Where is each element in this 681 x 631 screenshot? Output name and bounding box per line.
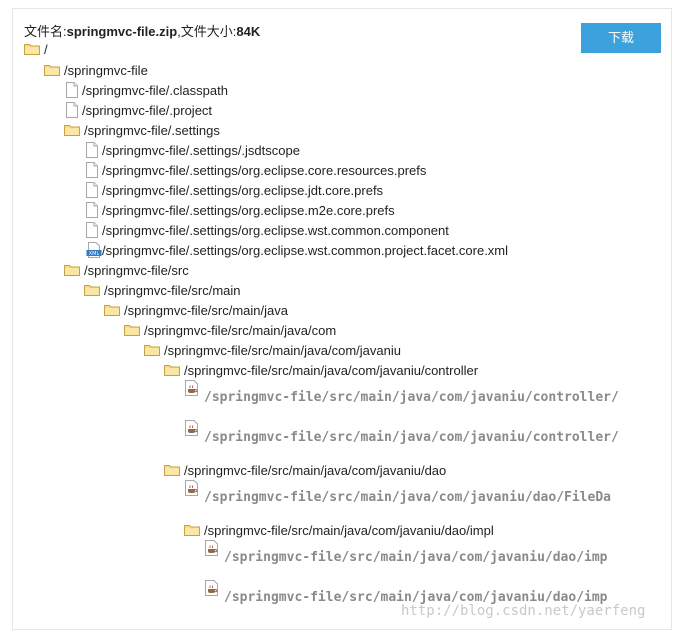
tree-node-folder[interactable]: /springmvc-file/src/main/java/com/javani…	[144, 340, 401, 360]
folder-icon	[144, 344, 160, 356]
file-icon	[86, 142, 98, 158]
tree-node-label: /springmvc-file/src/main	[104, 282, 241, 298]
tree-node-file[interactable]: /springmvc-file/.settings/org.eclipse.ws…	[86, 220, 449, 240]
download-button[interactable]: 下载	[581, 23, 661, 53]
file-icon	[86, 162, 98, 178]
folder-icon	[184, 524, 200, 536]
folder-icon	[164, 364, 180, 376]
tree-node-file[interactable]: /springmvc-file/.settings/org.eclipse.jd…	[86, 180, 383, 200]
file-icon	[86, 182, 98, 198]
java-file-icon	[204, 540, 220, 556]
folder-icon	[44, 64, 60, 76]
folder-icon	[104, 304, 120, 316]
java-file-icon	[184, 480, 200, 496]
tree-node-label: /springmvc-file/src/main/java/com/javani…	[184, 462, 447, 478]
file-tree: / /springmvc-file /springmvc-file/.class…	[13, 9, 619, 629]
tree-node-label: /springmvc-file/.settings/.jsdtscope	[102, 142, 300, 158]
tree-node-label: /springmvc-file/src/main/java/com/javani…	[184, 362, 479, 378]
tree-node-java-file[interactable]: /springmvc-file/src/main/java/com/javani…	[184, 380, 619, 416]
tree-node-folder[interactable]: /springmvc-file/src	[64, 260, 189, 280]
tree-node-folder[interactable]: /springmvc-file/src/main/java/com/javani…	[164, 460, 446, 480]
tree-node-label: /springmvc-file/src/main/java	[124, 302, 288, 318]
folder-icon	[84, 284, 100, 296]
tree-node-file[interactable]: /springmvc-file/.classpath	[66, 80, 228, 100]
tree-node-java-file[interactable]: /springmvc-file/src/main/java/com/javani…	[204, 540, 608, 576]
watermark-text: http://blog.csdn.net/yaerfeng	[401, 603, 646, 619]
tree-node-xml-file[interactable]: XML /springmvc-file/.settings/org.eclips…	[86, 240, 508, 260]
tree-node-label: /springmvc-file/.settings/org.eclipse.m2…	[102, 202, 395, 218]
tree-node-folder[interactable]: /springmvc-file/src/main	[84, 280, 241, 300]
tree-node-folder[interactable]: /springmvc-file/.settings	[64, 120, 220, 140]
tree-node-label: /springmvc-file/src/main/java/com/javani…	[204, 390, 619, 405]
tree-node-label: /springmvc-file/.settings/org.eclipse.ws…	[102, 242, 509, 258]
tree-node-java-file[interactable]: /springmvc-file/src/main/java/com/javani…	[184, 480, 611, 516]
tree-node-label: /springmvc-file/src	[84, 262, 189, 278]
tree-node-file[interactable]: /springmvc-file/.project	[66, 100, 212, 120]
svg-text:XML: XML	[89, 251, 100, 257]
tree-node-label: /	[44, 41, 48, 57]
tree-node-label: /springmvc-file/src/main/java/com/javani…	[224, 550, 608, 565]
tree-node-label: /springmvc-file/src/main/java/com/javani…	[204, 522, 494, 538]
tree-node-label: /springmvc-file/.settings/org.eclipse.co…	[102, 162, 427, 178]
tree-node-label: /springmvc-file/.classpath	[82, 82, 228, 98]
tree-node-folder[interactable]: /	[24, 39, 48, 59]
xml-file-icon: XML	[86, 242, 102, 258]
tree-node-folder[interactable]: /springmvc-file/src/main/java/com/javani…	[164, 360, 478, 380]
tree-node-file[interactable]: /springmvc-file/.settings/org.eclipse.co…	[86, 160, 426, 180]
folder-icon	[64, 264, 80, 276]
java-file-icon	[184, 380, 200, 396]
tree-node-label: /springmvc-file/src/main/java/com/javani…	[204, 430, 619, 445]
file-icon	[86, 202, 98, 218]
file-icon	[66, 82, 78, 98]
tree-node-label: /springmvc-file	[64, 62, 148, 78]
folder-icon	[124, 324, 140, 336]
java-file-icon	[204, 580, 220, 596]
tree-node-label: /springmvc-file/src/main/java/com	[144, 322, 337, 338]
java-file-icon	[184, 420, 200, 436]
folder-icon	[24, 43, 40, 55]
tree-node-folder[interactable]: /springmvc-file/src/main/java	[104, 300, 288, 320]
file-icon	[86, 222, 98, 238]
file-preview-panel: 文件名:springmvc-file.zip,文件大小:84K 下载 / /sp…	[12, 8, 672, 630]
tree-node-file[interactable]: /springmvc-file/.settings/org.eclipse.m2…	[86, 200, 395, 220]
tree-node-folder[interactable]: /springmvc-file	[44, 60, 148, 80]
folder-icon	[164, 464, 180, 476]
tree-node-java-file[interactable]: /springmvc-file/src/main/java/com/javani…	[184, 420, 619, 456]
folder-icon	[64, 124, 80, 136]
tree-node-label: /springmvc-file/src/main/java/com/javani…	[164, 342, 401, 358]
tree-node-folder[interactable]: /springmvc-file/src/main/java/com/javani…	[184, 520, 494, 540]
tree-node-label: /springmvc-file/.project	[82, 102, 213, 118]
tree-node-label: /springmvc-file/.settings/org.eclipse.jd…	[102, 182, 384, 198]
tree-node-label: /springmvc-file/.settings	[84, 122, 220, 138]
tree-node-file[interactable]: /springmvc-file/.settings/.jsdtscope	[86, 140, 300, 160]
tree-node-label: /springmvc-file/.settings/org.eclipse.ws…	[102, 222, 449, 238]
tree-node-label: /springmvc-file/src/main/java/com/javani…	[204, 490, 611, 505]
file-icon	[66, 102, 78, 118]
tree-node-folder[interactable]: /springmvc-file/src/main/java/com	[124, 320, 336, 340]
